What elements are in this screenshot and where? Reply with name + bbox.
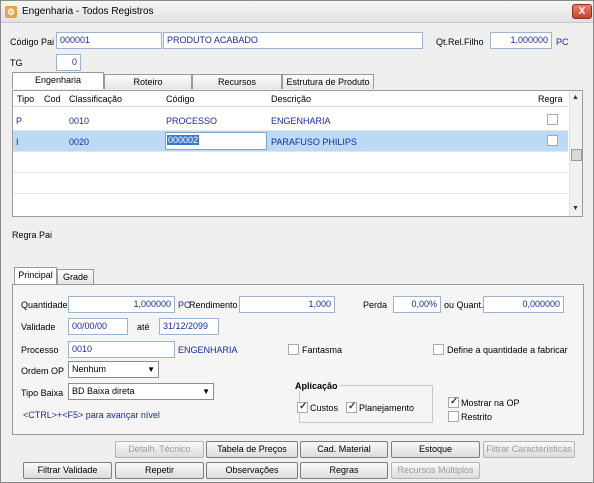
restrito-label: Restrito [461,412,493,422]
window: ⚙ Engenharia - Todos Registros X Código … [0,0,594,483]
restrito-checkbox[interactable] [448,411,459,422]
estoque-button[interactable]: Estoque [391,441,480,458]
quantidade-label: Quantidade [21,300,68,310]
cell-tipo: I [16,137,19,147]
cell-classificacao: 0020 [69,137,90,147]
tg-field[interactable]: 0 [56,54,81,71]
table-row[interactable]: P 0010 PROCESSO ENGENHARIA [13,110,568,131]
column-header-descricao[interactable]: Descrição [271,94,311,104]
qt-unit: PC [556,37,569,47]
processo-label: Processo [21,345,59,355]
codigo-pai-field[interactable]: 000001 [56,32,162,49]
ou-quant-label: ou Quant. [444,300,484,310]
mostrar-na-op-checkbox[interactable] [448,396,459,408]
chevron-down-icon: ▼ [202,387,210,396]
ordem-op-value: Nenhum [72,364,107,374]
app-icon: ⚙ [5,6,17,18]
tab-principal[interactable]: Principal [14,267,57,284]
tab-grade[interactable]: Grade [57,269,94,284]
rendimento-label: Rendimento [189,300,238,310]
scroll-down-icon[interactable]: ▼ [572,205,579,212]
cell-descricao: PARAFUSO PHILIPS [271,137,357,147]
tipo-baixa-label: Tipo Baixa [21,388,64,398]
qt-rel-filho-label: Qt.Rel.Filho [436,37,484,47]
title-bar: ⚙ Engenharia - Todos Registros X [1,1,593,23]
tab-estrutura-de-produto[interactable]: Estrutura de Produto [282,74,374,89]
tipo-baixa-value: BD Baixa direta [72,386,135,396]
filtrar-validade-button[interactable]: Filtrar Validade [23,462,112,479]
quantidade-field[interactable]: 1,000000 [68,296,175,313]
recursos-multiplos-button[interactable]: Recursos Múltiplos [391,462,480,479]
scroll-thumb[interactable] [571,149,582,161]
table-row-empty [13,152,568,173]
define-quantidade-label: Define a quantidade a fabricar [447,345,568,355]
codigo-cell-editor[interactable]: 000002 [165,132,267,150]
filtrar-caracteristicas-button[interactable]: Filtrar Características [483,441,575,458]
ate-label: até [137,322,150,332]
planejamento-label: Planejamento [359,403,415,413]
fantasma-label: Fantasma [302,345,343,355]
column-header-classificacao[interactable]: Classificação [69,94,122,104]
processo-field[interactable]: 0010 [68,341,175,358]
tipo-baixa-select[interactable]: BD Baixa direta ▼ [68,383,214,400]
codigo-pai-label: Código Pai [10,37,55,47]
table-row-empty [13,173,568,194]
rendimento-field[interactable]: 1,000 [239,296,335,313]
table-row-selected[interactable]: I 0020 000002 PARAFUSO PHILIPS [13,131,568,152]
cell-classificacao: 0010 [69,116,90,126]
processo-description: ENGENHARIA [178,345,238,355]
cell-codigo: PROCESSO [166,116,218,126]
regra-checkbox[interactable] [547,135,558,146]
close-button[interactable]: X [572,4,592,19]
aplicacao-label: Aplicação [293,381,340,391]
column-header-tipo[interactable]: Tipo [17,94,34,104]
cad-material-button[interactable]: Cad. Material [300,441,388,458]
principal-panel: Quantidade 1,000000 PC Rendimento 1,000 … [12,284,584,435]
validade-end-field[interactable]: 31/12/2099 [159,318,219,335]
perda-field[interactable]: 0,00% [393,296,441,313]
observacoes-button[interactable]: Observações [206,462,298,479]
regras-button[interactable]: Regras [300,462,388,479]
repetir-button[interactable]: Repetir [115,462,204,479]
detalh-tecnico-button[interactable]: Detalh. Técnico [115,441,204,458]
column-header-cod[interactable]: Cod [44,94,61,104]
scroll-up-icon[interactable]: ▲ [572,94,579,101]
ou-quant-field[interactable]: 0,000000 [483,296,564,313]
column-header-regra[interactable]: Regra [538,94,563,104]
grid-scrollbar[interactable]: ▲ ▼ [569,91,582,216]
tab-roteiro[interactable]: Roteiro [104,74,192,89]
cell-descricao: ENGENHARIA [271,116,331,126]
custos-checkbox[interactable] [297,401,308,413]
validade-start-field[interactable]: 00/00/00 [68,318,128,335]
tab-recursos[interactable]: Recursos [192,74,282,89]
engenharia-grid: Tipo Cod Classificação Código Descrição … [12,90,583,217]
validade-label: Validade [21,322,56,332]
perda-label: Perda [363,300,388,310]
tabela-de-precos-button[interactable]: Tabela de Preços [206,441,298,458]
cell-tipo: P [16,116,23,126]
custos-label: Custos [310,403,339,413]
mostrar-na-op-label: Mostrar na OP [461,398,520,408]
window-title: Engenharia - Todos Registros [22,6,154,17]
advance-level-hint: <CTRL>+<F5> para avançar nível [23,410,160,420]
codigo-pai-description-field[interactable]: PRODUTO ACABADO [163,32,423,49]
planejamento-checkbox[interactable] [346,401,357,413]
column-header-codigo[interactable]: Código [166,94,195,104]
tab-engenharia[interactable]: Engenharia [12,72,104,89]
qt-rel-filho-field[interactable]: 1,000000 [490,32,552,49]
grid-header: Tipo Cod Classificação Código Descrição … [13,91,568,107]
ordem-op-select[interactable]: Nenhum ▼ [68,361,159,378]
codigo-cell-editor-value: 000002 [167,135,200,145]
regra-checkbox[interactable] [547,114,558,125]
define-quantidade-checkbox[interactable] [433,344,444,355]
chevron-down-icon: ▼ [147,365,155,374]
ordem-op-label: Ordem OP [21,366,65,376]
tg-label: TG [10,58,23,68]
regra-pai-label: Regra Pai [12,230,53,240]
fantasma-checkbox[interactable] [288,344,299,355]
